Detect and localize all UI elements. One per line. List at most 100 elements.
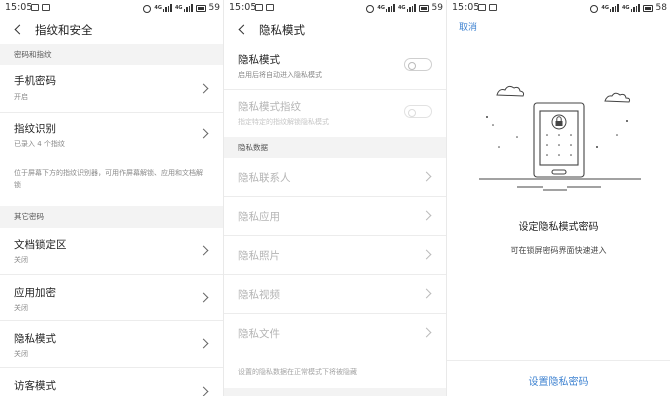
row-phone-password[interactable]: 手机密码 开启 bbox=[0, 65, 223, 113]
notification-icons bbox=[478, 4, 497, 11]
cancel-button[interactable]: 取消 bbox=[459, 20, 477, 33]
privacy-data-note: 设置的隐私数据在正常模式下将被隐藏 bbox=[238, 368, 357, 376]
chevron-right-icon bbox=[198, 338, 209, 349]
fingerprint-note: 位于屏幕下方的指纹识别器，可用作屏幕解锁、应用和文档解锁 bbox=[14, 169, 203, 189]
chevron-right-icon bbox=[421, 171, 432, 182]
battery-level: 58 bbox=[655, 3, 667, 13]
screen-fingerprint-security: 15:05 4G 4G 59 指纹和安全 密码和指纹 手机密码 开启 指纹识别 … bbox=[0, 0, 223, 396]
notification-icon bbox=[31, 4, 39, 11]
notification-icon bbox=[478, 4, 486, 11]
alarm-icon bbox=[366, 4, 375, 13]
row-title: 手机密码 bbox=[14, 75, 56, 87]
row-subtitle: 关闭 bbox=[14, 304, 28, 312]
row-app-encryption[interactable]: 应用加密 关闭 bbox=[0, 275, 223, 321]
status-time: 15:05 bbox=[229, 2, 257, 13]
battery-icon bbox=[642, 4, 653, 12]
section-header-passwords: 密码和指纹 bbox=[0, 44, 223, 65]
notification-icon bbox=[42, 4, 50, 11]
status-time: 15:05 bbox=[452, 2, 480, 13]
row-title: 隐私照片 bbox=[238, 250, 280, 262]
row-subtitle: 启用后将自动进入隐私模式 bbox=[238, 71, 322, 79]
chevron-right-icon bbox=[421, 210, 432, 221]
alarm-icon bbox=[143, 4, 152, 13]
battery-icon bbox=[195, 4, 206, 12]
row-title: 访客模式 bbox=[14, 380, 56, 392]
page-title: 隐私模式 bbox=[259, 23, 305, 37]
row-subtitle: 已录入 4 个指纹 bbox=[14, 140, 65, 148]
row-fingerprint[interactable]: 指纹识别 已录入 4 个指纹 bbox=[0, 113, 223, 155]
notification-icon bbox=[489, 4, 497, 11]
row-subtitle: 开启 bbox=[14, 93, 28, 101]
row-guest-mode[interactable]: 访客模式 bbox=[0, 368, 223, 396]
row-privacy-contacts[interactable]: 隐私联系人 bbox=[224, 158, 446, 197]
setup-subheading: 可在锁屏密码界面快速进入 bbox=[510, 246, 607, 255]
status-bar: 15:05 4G 4G 58 bbox=[447, 0, 670, 16]
network-type: 4G bbox=[377, 5, 385, 11]
status-bar: 15:05 4G 4G 59 bbox=[224, 0, 446, 16]
chevron-right-icon bbox=[198, 83, 209, 94]
row-document-lock[interactable]: 文档锁定区 关闭 bbox=[0, 228, 223, 275]
status-right: 4G 4G 58 bbox=[590, 0, 667, 16]
row-title: 隐私联系人 bbox=[238, 172, 291, 184]
chevron-right-icon bbox=[198, 386, 209, 396]
privacy-fingerprint-switch[interactable] bbox=[404, 105, 432, 118]
status-right: 4G 4G 59 bbox=[366, 0, 443, 16]
row-privacy-fingerprint-toggle: 隐私模式指纹 指定特定的指纹解锁隐私模式 bbox=[224, 90, 446, 137]
notification-icon bbox=[255, 4, 263, 11]
bottom-divider bbox=[224, 388, 446, 396]
back-arrow-icon[interactable] bbox=[236, 22, 252, 38]
privacy-mode-switch[interactable] bbox=[404, 58, 432, 71]
network-type: 4G bbox=[601, 5, 609, 11]
row-subtitle: 关闭 bbox=[14, 350, 28, 358]
row-privacy-mode[interactable]: 隐私模式 关闭 bbox=[0, 321, 223, 368]
row-title: 文档锁定区 bbox=[14, 239, 67, 251]
phone-icon bbox=[533, 102, 585, 178]
section-header-other-passwords: 其它密码 bbox=[0, 206, 223, 228]
row-title: 隐私模式指纹 bbox=[238, 101, 301, 113]
row-privacy-mode-toggle: 隐私模式 启用后将自动进入隐私模式 bbox=[224, 44, 446, 90]
row-title: 隐私模式 bbox=[14, 333, 56, 345]
signal-icon bbox=[385, 4, 395, 12]
nav-bar: 指纹和安全 bbox=[0, 16, 223, 44]
back-arrow-icon[interactable] bbox=[12, 22, 28, 38]
network-type: 4G bbox=[621, 5, 630, 11]
row-privacy-files[interactable]: 隐私文件 bbox=[224, 314, 446, 353]
row-title: 隐私文件 bbox=[238, 328, 280, 340]
notification-icon bbox=[266, 4, 274, 11]
lock-icon bbox=[551, 114, 567, 130]
divider bbox=[447, 360, 670, 361]
ground-lines bbox=[479, 178, 641, 191]
signal-icon bbox=[609, 4, 619, 12]
screen-privacy-mode: 15:05 4G 4G 59 隐私模式 隐私模式 启用后将自动进入隐私模式 隐私… bbox=[224, 0, 446, 396]
row-privacy-apps[interactable]: 隐私应用 bbox=[224, 197, 446, 236]
chevron-right-icon bbox=[421, 327, 432, 338]
chevron-right-icon bbox=[198, 292, 209, 303]
row-privacy-photos[interactable]: 隐私照片 bbox=[224, 236, 446, 275]
row-privacy-videos[interactable]: 隐私视频 bbox=[224, 275, 446, 314]
row-title: 隐私视频 bbox=[238, 289, 280, 301]
page-title: 指纹和安全 bbox=[35, 23, 93, 37]
signal-icon bbox=[630, 4, 640, 12]
set-privacy-password-button[interactable]: 设置隐私密码 bbox=[447, 373, 670, 388]
row-title: 应用加密 bbox=[14, 287, 56, 299]
locked-phone-illustration bbox=[479, 85, 641, 191]
notification-icons bbox=[31, 4, 50, 11]
status-right: 4G 4G 59 bbox=[143, 0, 220, 16]
network-type: 4G bbox=[154, 5, 162, 11]
row-title: 指纹识别 bbox=[14, 123, 56, 135]
notification-icons bbox=[255, 4, 274, 11]
battery-level: 59 bbox=[431, 3, 443, 13]
chevron-right-icon bbox=[421, 249, 432, 260]
signal-icon bbox=[183, 4, 193, 12]
cloud-icon bbox=[496, 85, 631, 103]
battery-icon bbox=[418, 4, 429, 12]
row-subtitle: 关闭 bbox=[14, 256, 28, 264]
alarm-icon bbox=[590, 4, 599, 13]
section-header-privacy-data: 隐私数据 bbox=[224, 137, 446, 158]
setup-heading: 设定隐私模式密码 bbox=[518, 222, 599, 233]
battery-level: 59 bbox=[208, 3, 220, 13]
screen-set-privacy-password: 15:05 4G 4G 58 取消 设定隐私模式密码 可在锁屏密码界面快速进入 … bbox=[447, 0, 670, 396]
network-type: 4G bbox=[397, 5, 406, 11]
status-time: 15:05 bbox=[5, 2, 33, 13]
row-title: 隐私应用 bbox=[238, 211, 280, 223]
